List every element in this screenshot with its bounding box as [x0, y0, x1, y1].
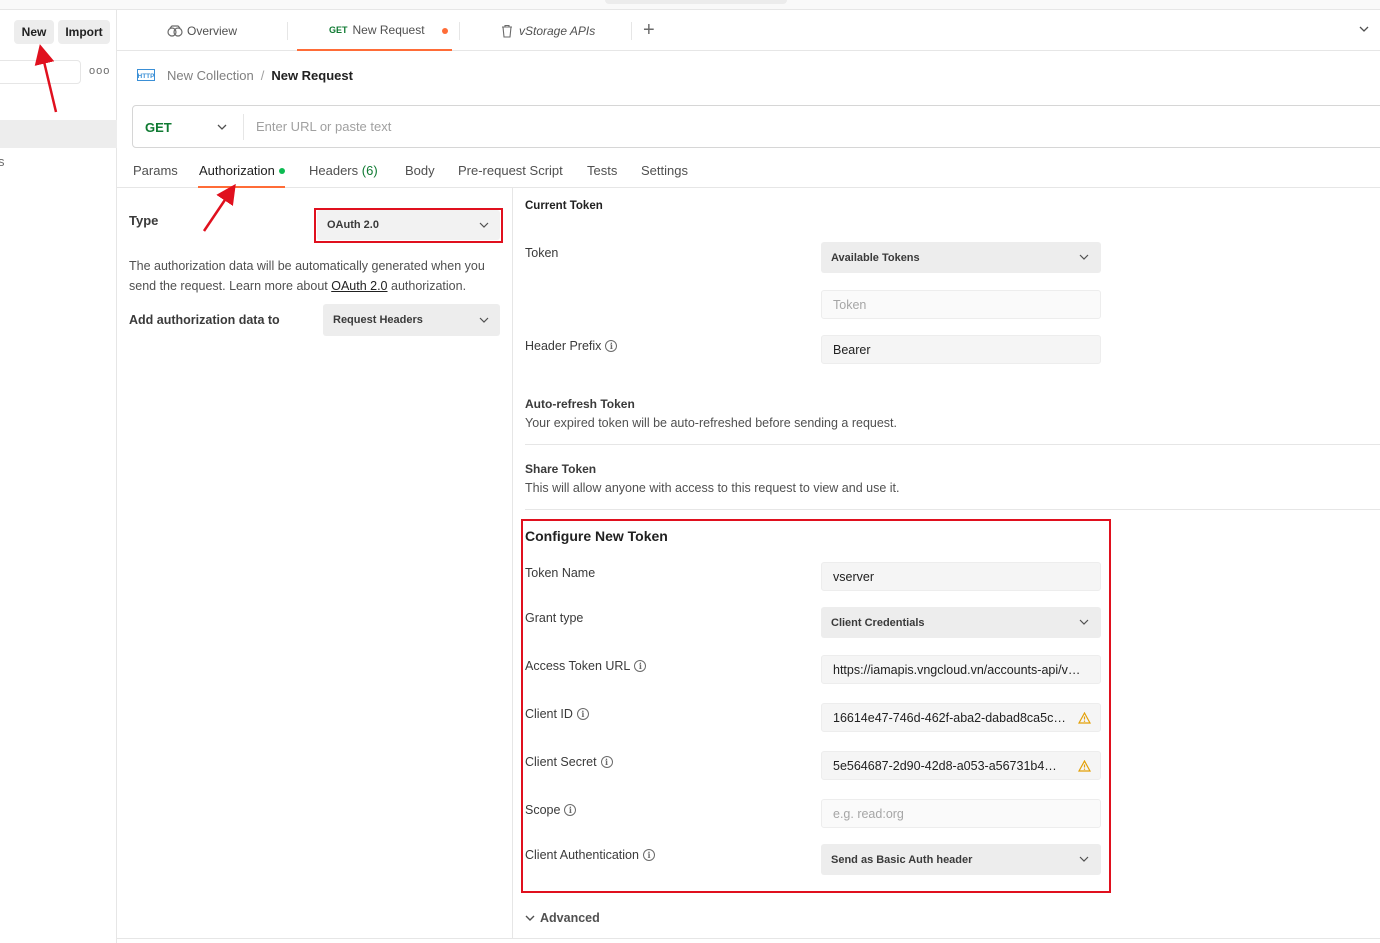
add-auth-to-label: Add authorization data to	[129, 313, 280, 327]
info-icon[interactable]: i	[605, 340, 618, 352]
sidebar-item-label[interactable]: s	[0, 154, 5, 169]
top-strip	[0, 0, 1380, 10]
tab-divider	[287, 22, 288, 40]
tab-tests[interactable]: Tests	[587, 163, 617, 178]
more-icon[interactable]: ooo	[89, 65, 110, 77]
breadcrumb-request[interactable]: New Request	[271, 68, 353, 83]
tab-method-badge: GET	[329, 24, 348, 35]
breadcrumb-collection[interactable]: New Collection	[167, 68, 254, 83]
tab-authorization[interactable]: Authorization	[199, 163, 285, 178]
sidebar-search-input[interactable]	[0, 60, 81, 84]
tab-headers-label: Headers	[309, 163, 359, 178]
url-input[interactable]: Enter URL or paste text	[256, 119, 391, 134]
sidebar-selected-item[interactable]	[0, 120, 117, 148]
panel-divider	[512, 188, 513, 938]
status-dot	[278, 167, 285, 174]
tab-authorization-label: Authorization	[199, 163, 275, 178]
header-prefix-label: Header Prefix i	[525, 339, 618, 353]
add-auth-to-select[interactable]: Request Headers	[323, 304, 500, 336]
new-tab-button[interactable]: +	[643, 19, 655, 42]
share-token-title: Share Token	[525, 462, 597, 476]
token-label: Token	[525, 246, 559, 260]
tab-overview-label: Overview	[187, 23, 238, 38]
tab-bar: Overview GET New Request vStorage APIs +	[117, 10, 1380, 51]
type-label: Type	[129, 213, 159, 228]
new-button[interactable]: New	[14, 20, 54, 44]
available-tokens-select[interactable]: Available Tokens	[821, 242, 1101, 273]
arrow-to-authorization-tab	[202, 183, 236, 232]
available-tokens-value: Available Tokens	[831, 251, 920, 264]
chevron-down-icon[interactable]	[216, 121, 228, 133]
tab-new-request[interactable]: GET New Request	[297, 10, 452, 51]
chevron-down-icon	[1079, 254, 1089, 260]
current-token-heading: Current Token	[525, 200, 603, 212]
active-tab-indicator	[198, 186, 285, 188]
method-select[interactable]: GET	[145, 120, 172, 135]
divider	[525, 509, 1380, 510]
tab-vstorage-label: vStorage APIs	[519, 23, 596, 38]
overview-icon	[167, 24, 183, 37]
auto-refresh-description: Your expired token will be auto-refreshe…	[525, 416, 897, 430]
advanced-toggle[interactable]: Advanced	[525, 911, 600, 925]
auth-description: The authorization data will be automatic…	[129, 256, 507, 296]
token-input[interactable]: Token	[821, 290, 1101, 319]
chevron-down-icon	[479, 317, 489, 323]
sidebar: New Import ooo s	[0, 10, 117, 943]
http-icon: HTTP	[137, 69, 155, 81]
top-pill	[605, 0, 787, 4]
headers-count: (6)	[361, 163, 378, 178]
tab-divider	[459, 22, 460, 40]
chevron-down-icon[interactable]	[1357, 22, 1371, 36]
tab-vstorage-apis[interactable]: vStorage APIs	[500, 10, 595, 51]
auth-description-tail: authorization.	[387, 279, 467, 293]
auto-refresh-title: Auto-refresh Token	[525, 397, 635, 411]
tab-headers[interactable]: Headers (6)	[309, 163, 378, 178]
advanced-label: Advanced	[540, 911, 600, 925]
tab-new-request-label: New Request	[352, 22, 425, 37]
share-token-description: This will allow anyone with access to th…	[525, 481, 900, 495]
url-bar: GET Enter URL or paste text	[132, 105, 1380, 148]
annotation-box-auth-type	[314, 208, 503, 243]
breadcrumb-separator: /	[260, 67, 265, 83]
svg-text:HTTP: HTTP	[138, 73, 155, 80]
chevron-down-icon	[525, 915, 535, 921]
breadcrumb: HTTP New Collection / New Request	[137, 66, 353, 84]
tab-params[interactable]: Params	[133, 163, 178, 178]
tab-body[interactable]: Body	[405, 163, 435, 178]
bottom-divider	[117, 938, 1380, 939]
trash-icon	[502, 24, 512, 38]
url-divider	[243, 114, 244, 140]
tab-settings[interactable]: Settings	[641, 163, 688, 178]
import-button[interactable]: Import	[58, 20, 110, 44]
header-prefix-input[interactable]: Bearer	[821, 335, 1101, 364]
unsaved-dot	[442, 28, 448, 34]
oauth-docs-link[interactable]: OAuth 2.0	[331, 279, 387, 293]
request-tabs: Params Authorization Headers (6) Body Pr…	[117, 155, 1380, 188]
tab-overview[interactable]: Overview	[167, 10, 237, 51]
divider	[525, 444, 1380, 445]
tab-pre-request-script[interactable]: Pre-request Script	[458, 163, 563, 178]
add-auth-to-value: Request Headers	[333, 314, 423, 326]
annotation-box-configure-token	[521, 519, 1111, 893]
tab-divider	[631, 22, 632, 40]
header-prefix-text: Header Prefix	[525, 339, 602, 353]
